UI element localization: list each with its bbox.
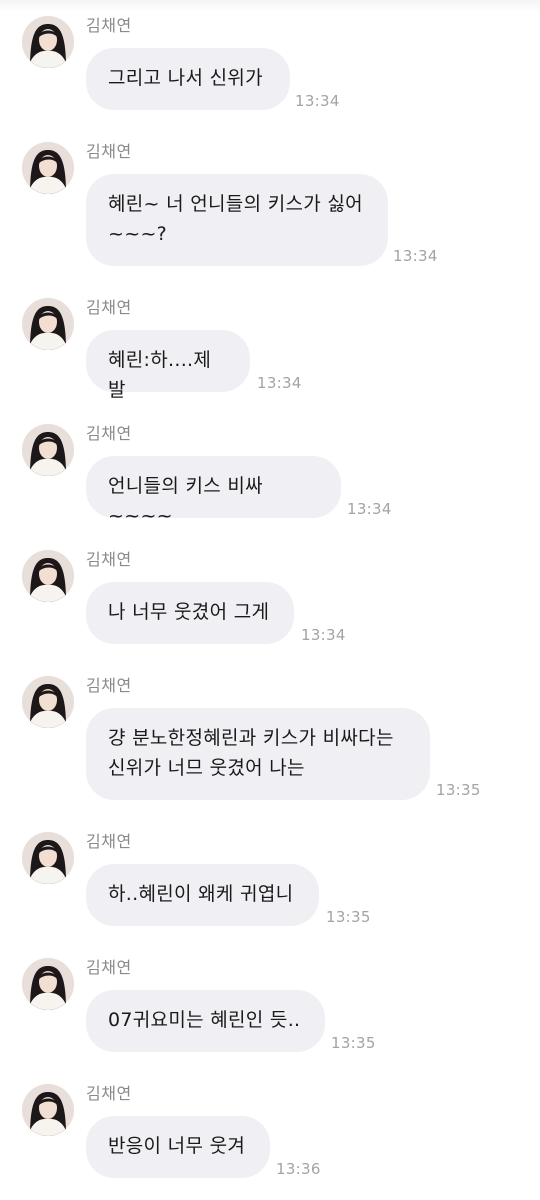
sender-name: 김채연 <box>86 1084 132 1103</box>
timestamp: 13:34 <box>301 626 346 644</box>
timestamp: 13:36 <box>276 1160 321 1178</box>
message-bubble[interactable]: 하..혜린이 왜케 귀엽니 <box>86 864 319 926</box>
sender-name: 김채연 <box>86 676 132 695</box>
timestamp: 13:34 <box>257 374 302 392</box>
message-bubble[interactable]: 혜린~ 너 언니들의 키스가 싫어 ~~~? <box>86 174 388 266</box>
avatar[interactable] <box>22 1084 74 1136</box>
message-bubble[interactable]: 나 너무 웃겼어 그게 <box>86 582 294 644</box>
sender-name: 김채연 <box>86 142 132 161</box>
message-bubble[interactable]: 반응이 너무 웃겨 <box>86 1116 270 1178</box>
sender-name: 김채연 <box>86 298 132 317</box>
timestamp: 13:34 <box>347 500 392 518</box>
avatar[interactable] <box>22 550 74 602</box>
message-bubble[interactable]: 혜린:하....제발 <box>86 330 250 401</box>
sender-name: 김채연 <box>86 16 132 35</box>
avatar[interactable] <box>22 298 74 350</box>
timestamp: 13:35 <box>436 781 481 799</box>
timestamp: 13:35 <box>331 1034 376 1052</box>
message-bubble[interactable]: 07귀요미는 혜린인 듯.. <box>86 990 325 1052</box>
top-shadow <box>0 0 540 12</box>
message-bubble[interactable]: 그리고 나서 신위가 <box>86 48 290 110</box>
sender-name: 김채연 <box>86 832 132 851</box>
avatar[interactable] <box>22 16 74 68</box>
avatar[interactable] <box>22 958 74 1010</box>
avatar[interactable] <box>22 832 74 884</box>
avatar[interactable] <box>22 142 74 194</box>
timestamp: 13:35 <box>326 908 371 926</box>
timestamp: 13:34 <box>393 247 438 265</box>
timestamp: 13:34 <box>295 92 340 110</box>
sender-name: 김채연 <box>86 424 132 443</box>
avatar[interactable] <box>22 424 74 476</box>
message-bubble[interactable]: 걍 분노한정혜린과 키스가 비싸다는 신위가 너므 웃겼어 나는 <box>86 708 430 800</box>
sender-name: 김채연 <box>86 958 132 977</box>
message-bubble[interactable]: 언니들의 키스 비싸~~~~ <box>86 456 341 527</box>
sender-name: 김채연 <box>86 550 132 569</box>
avatar[interactable] <box>22 676 74 728</box>
